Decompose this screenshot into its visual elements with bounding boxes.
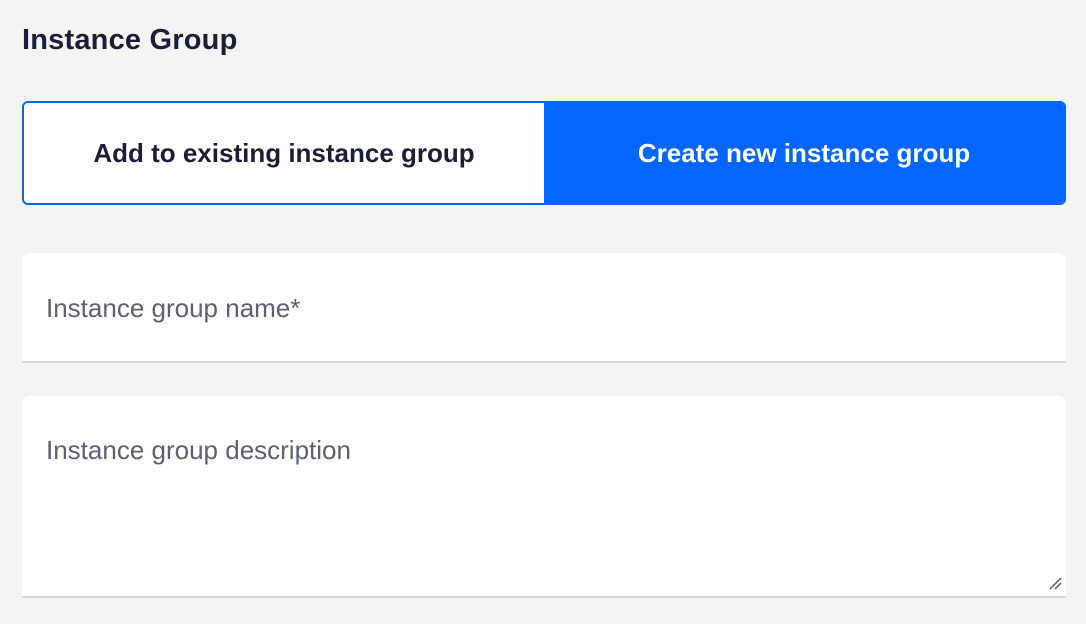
instance-group-description-input[interactable]: [22, 396, 1066, 596]
instance-group-name-field: [22, 253, 1066, 363]
create-new-group-option[interactable]: Create new instance group: [544, 103, 1064, 203]
add-to-existing-group-option[interactable]: Add to existing instance group: [24, 103, 544, 203]
resize-handle-icon[interactable]: [1048, 576, 1062, 590]
instance-group-panel: Instance Group Add to existing instance …: [0, 0, 1086, 624]
instance-group-description-field: [22, 396, 1066, 598]
section-title: Instance Group: [22, 24, 238, 56]
instance-group-name-input[interactable]: [22, 253, 1066, 363]
instance-group-mode-toggle: Add to existing instance group Create ne…: [22, 101, 1066, 205]
